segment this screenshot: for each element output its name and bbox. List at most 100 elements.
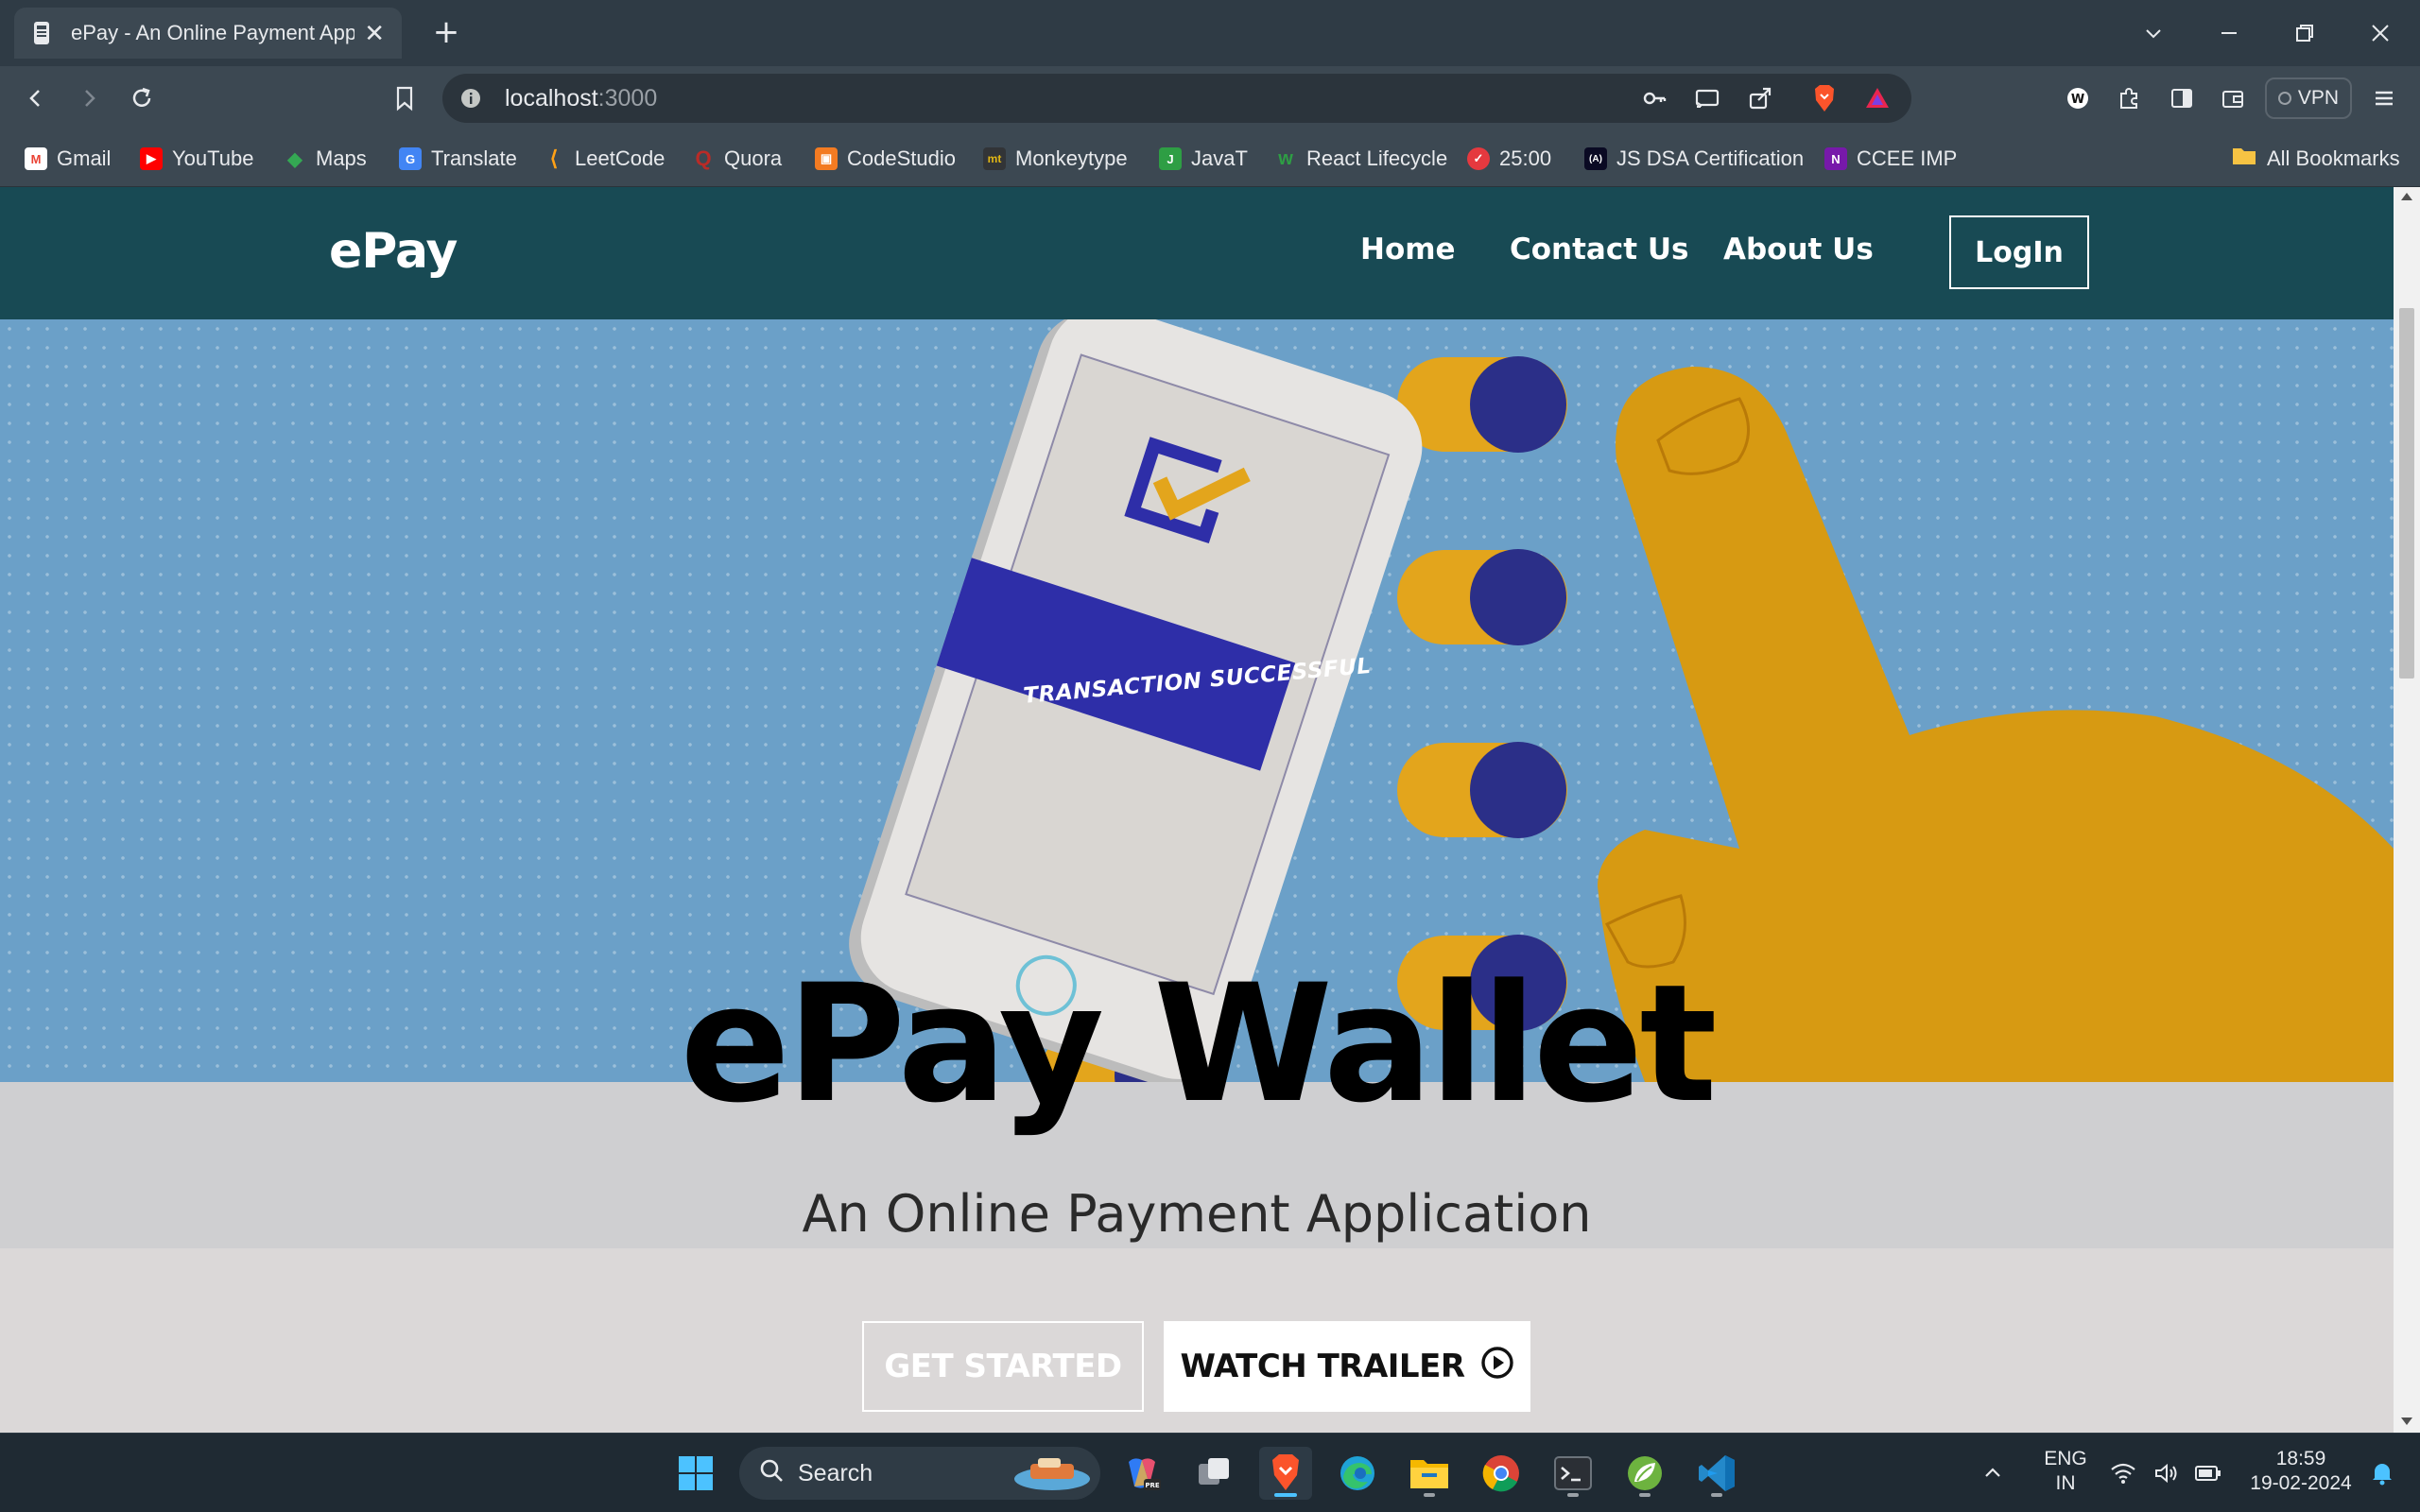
extensions-puzzle-icon[interactable] [2110,79,2148,117]
site-info-icon[interactable] [456,83,486,113]
monkeytype-icon: mt [983,147,1006,170]
translate-icon: G [399,147,422,170]
bookmark-maps[interactable]: ◆ Maps [284,144,367,174]
close-window-icon[interactable] [2352,9,2409,57]
address-bar[interactable]: localhost:3000 [442,74,1911,123]
browser-menu-icon[interactable] [2365,79,2403,117]
reload-icon[interactable] [123,79,161,117]
bookmark-label: Quora [724,146,783,170]
taskbar-search[interactable]: Search [739,1447,1100,1500]
bookmark-codestudio[interactable]: ▣ CodeStudio [815,144,956,174]
tray-overflow-chevron-icon[interactable] [1974,1447,2012,1500]
page-scrollbar[interactable] [2394,187,2420,1433]
bookmark-youtube[interactable]: ▶ YouTube [140,144,253,174]
login-button[interactable]: LogIn [1949,215,2089,289]
tab-close-icon[interactable]: ✕ [364,19,385,48]
bookmarks-bar: M Gmail ▶ YouTube ◆ Maps G Translate ⟨ LeetCo… [0,130,2420,187]
wallet-extension-icon[interactable]: W [2059,79,2097,117]
bookmark-label: LeetCode [575,146,666,170]
scrollbar-thumb[interactable] [2399,308,2414,679]
region-code: IN [2055,1472,2076,1494]
bookmark-leetcode[interactable]: ⟨ LeetCode [543,144,666,174]
tab-title: ePay - An Online Payment App [71,21,355,44]
taskbar-edge-icon[interactable] [1331,1447,1384,1500]
share-icon[interactable] [1745,83,1775,113]
nav-link-about-us[interactable]: About Us [1723,232,1874,266]
bookmark-pomodoro[interactable]: ✓ 25:00 [1467,144,1551,174]
bookmark-label: JS DSA Certification [1616,146,1805,170]
new-tab-button[interactable]: + [427,13,465,51]
vpn-label: VPN [2297,87,2340,109]
language-code: ENG [2044,1448,2087,1469]
page-favicon-icon [31,21,52,45]
nav-link-contact-us[interactable]: Contact Us [1510,232,1688,266]
restore-window-icon[interactable] [2276,9,2333,57]
clock[interactable]: 18:59 19-02-2024 [2244,1447,2358,1496]
running-indicator [1639,1493,1651,1497]
bookmark-monkeytype[interactable]: mt Monkeytype [983,144,1128,174]
bookmark-page-icon[interactable] [386,79,424,117]
bookmark-label: Gmail [57,146,112,170]
taskbar-file-explorer-icon[interactable] [1403,1447,1456,1500]
bookmark-javat[interactable]: J JavaT [1159,144,1248,174]
url-text: localhost:3000 [505,85,657,112]
freecodecamp-icon: (A) [1584,147,1607,170]
nav-link-home[interactable]: Home [1360,232,1456,266]
running-indicator [1274,1493,1297,1497]
notification-bell-icon[interactable] [2363,1447,2401,1500]
scroll-up-arrow-icon[interactable] [2401,193,2412,200]
taskbar-brave-icon[interactable] [1259,1447,1312,1500]
bookmark-gmail[interactable]: M Gmail [25,144,111,174]
leetcode-icon: ⟨ [549,146,559,170]
back-arrow-icon[interactable] [17,79,55,117]
brave-shields-icon[interactable] [1809,83,1840,113]
search-highlight-icon [1010,1452,1095,1501]
language-indicator[interactable]: ENG IN [2032,1447,2099,1496]
task-view-icon[interactable] [1187,1447,1240,1500]
watch-trailer-button[interactable]: WATCH TRAILER [1164,1321,1530,1412]
all-bookmarks-folder[interactable]: All Bookmarks [2231,144,2400,174]
codestudio-icon: ▣ [815,147,838,170]
svg-text:W: W [2071,93,2084,107]
bookmark-js-dsa[interactable]: (A) JS DSA Certification [1584,144,1804,174]
wifi-icon[interactable] [2104,1447,2142,1500]
password-key-icon[interactable] [1639,83,1669,113]
battery-icon[interactable] [2189,1447,2227,1500]
copilot-icon[interactable]: PRE [1115,1447,1168,1500]
windows-start-icon[interactable] [669,1447,722,1500]
watch-trailer-label: WATCH TRAILER [1180,1348,1466,1385]
onenote-icon: N [1824,147,1847,170]
browser-tab-active[interactable]: ePay - An Online Payment App ✕ [14,8,402,59]
sidebar-toggle-icon[interactable] [2163,79,2201,117]
vpn-button[interactable]: VPN [2265,77,2352,119]
brave-rewards-icon[interactable] [1862,83,1893,113]
bookmark-ccee-imp[interactable]: N CCEE IMP [1824,144,1957,174]
forward-arrow-icon[interactable] [70,79,108,117]
scroll-down-arrow-icon[interactable] [2401,1418,2412,1425]
bookmark-translate[interactable]: G Translate [399,144,517,174]
tab-search-chevron-icon[interactable] [2125,9,2182,57]
site-brand-logo[interactable]: ePay [329,223,458,280]
url-host: localhost [505,85,598,112]
taskbar-vscode-icon[interactable] [1690,1447,1743,1500]
running-indicator [1711,1493,1722,1497]
taskbar-spring-tools-icon[interactable] [1618,1447,1671,1500]
crypto-wallet-icon[interactable] [2214,79,2252,117]
bookmark-quora[interactable]: Q Quora [692,144,782,174]
minimize-window-icon[interactable] [2201,9,2257,57]
page-viewport: TRANSACTION SUCCESSFUL ePay Home Contact… [0,187,2394,1433]
browser-toolbar: localhost:3000 W VPN [0,66,2420,130]
get-started-button[interactable]: GET STARTED [862,1321,1144,1412]
bookmark-react-lifecycle[interactable]: w React Lifecycle [1274,144,1447,174]
taskbar-chrome-icon[interactable] [1475,1447,1528,1500]
bookmark-label: Translate [431,146,517,170]
url-port: :3000 [597,85,658,112]
search-icon [758,1457,785,1490]
browser-tab-strip: ePay - An Online Payment App ✕ + [0,0,2420,66]
maps-icon: ◆ [287,148,302,170]
volume-icon[interactable] [2148,1447,2186,1500]
bookmark-label: 25:00 [1499,146,1552,170]
quora-icon: Q [695,146,712,170]
taskbar-terminal-icon[interactable] [1547,1447,1599,1500]
cast-icon[interactable] [1692,83,1722,113]
